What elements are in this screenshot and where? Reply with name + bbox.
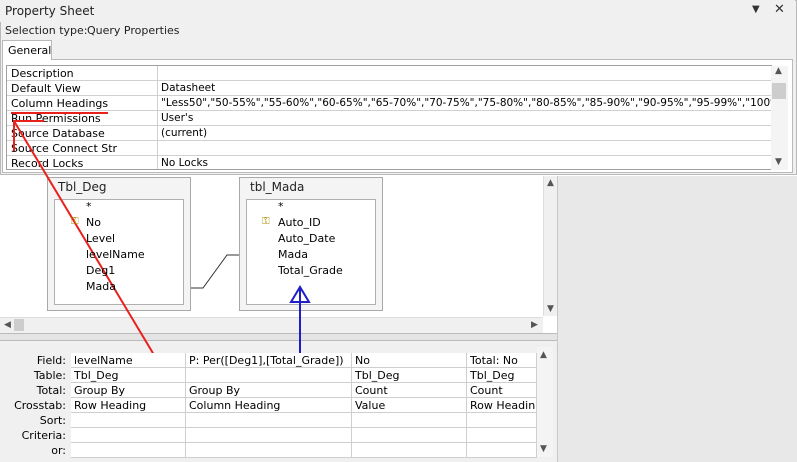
grid-row-label: or: xyxy=(51,444,66,457)
grid-cell[interactable]: P: Per([Deg1],[Total_Grade]) xyxy=(186,353,352,368)
primary-key-icon: ⚿ xyxy=(262,216,270,227)
grid-row-label: Sort: xyxy=(39,414,66,427)
relationship-line xyxy=(191,254,239,289)
grid-cell[interactable] xyxy=(71,443,186,458)
field-item[interactable]: levelName xyxy=(86,248,145,261)
grid-cell[interactable]: Group By xyxy=(186,383,352,398)
field-item[interactable]: Deg1 xyxy=(86,264,115,277)
grid-cell[interactable] xyxy=(467,443,537,458)
grid-cell[interactable] xyxy=(467,413,537,428)
grid-cell[interactable]: Count xyxy=(467,383,537,398)
grid-cell[interactable]: Row Headin xyxy=(467,398,537,413)
grid-cell[interactable] xyxy=(71,413,186,428)
field-item[interactable]: * xyxy=(86,200,92,213)
grid-row-label: Table: xyxy=(33,369,66,382)
grid-row-label: Criteria: xyxy=(21,429,66,442)
grid-cell[interactable]: levelName xyxy=(71,353,186,368)
grid-row-label: Field: xyxy=(36,354,66,367)
field-item[interactable]: Auto_ID xyxy=(278,216,321,229)
field-item[interactable]: Mada xyxy=(278,248,308,261)
grid-row-label: Total: xyxy=(36,384,66,397)
field-item[interactable]: Auto_Date xyxy=(278,232,335,245)
grid-cell[interactable]: Column Heading xyxy=(186,398,352,413)
primary-key-icon: ⚿ xyxy=(71,216,79,227)
grid-cell[interactable]: Tbl_Deg xyxy=(467,368,537,383)
grid-cell[interactable] xyxy=(186,443,352,458)
grid-cell[interactable] xyxy=(467,428,537,443)
grid-cell[interactable] xyxy=(186,368,352,383)
grid-cell[interactable]: Total: No xyxy=(467,353,537,368)
grid-row-label: Crosstab: xyxy=(14,399,66,412)
field-item[interactable]: * xyxy=(278,200,284,213)
field-item[interactable]: Level xyxy=(86,232,115,245)
grid-cell[interactable]: Count xyxy=(352,383,467,398)
grid-cell[interactable] xyxy=(352,413,467,428)
grid-cell[interactable]: Tbl_Deg xyxy=(71,368,186,383)
field-item[interactable]: No xyxy=(86,216,101,229)
field-item[interactable]: Mada xyxy=(86,280,116,293)
grid-cell[interactable] xyxy=(186,413,352,428)
grid-cell[interactable] xyxy=(71,428,186,443)
grid-cell[interactable] xyxy=(186,428,352,443)
grid-cell[interactable]: Value xyxy=(352,398,467,413)
grid-cell[interactable]: Row Heading xyxy=(71,398,186,413)
grid-cell[interactable]: Tbl_Deg xyxy=(352,368,467,383)
grid-cell[interactable]: No xyxy=(352,353,467,368)
field-item[interactable]: Total_Grade xyxy=(278,264,343,277)
grid-cell[interactable] xyxy=(352,428,467,443)
grid-cell[interactable] xyxy=(352,443,467,458)
grid-cell[interactable]: Group By xyxy=(71,383,186,398)
